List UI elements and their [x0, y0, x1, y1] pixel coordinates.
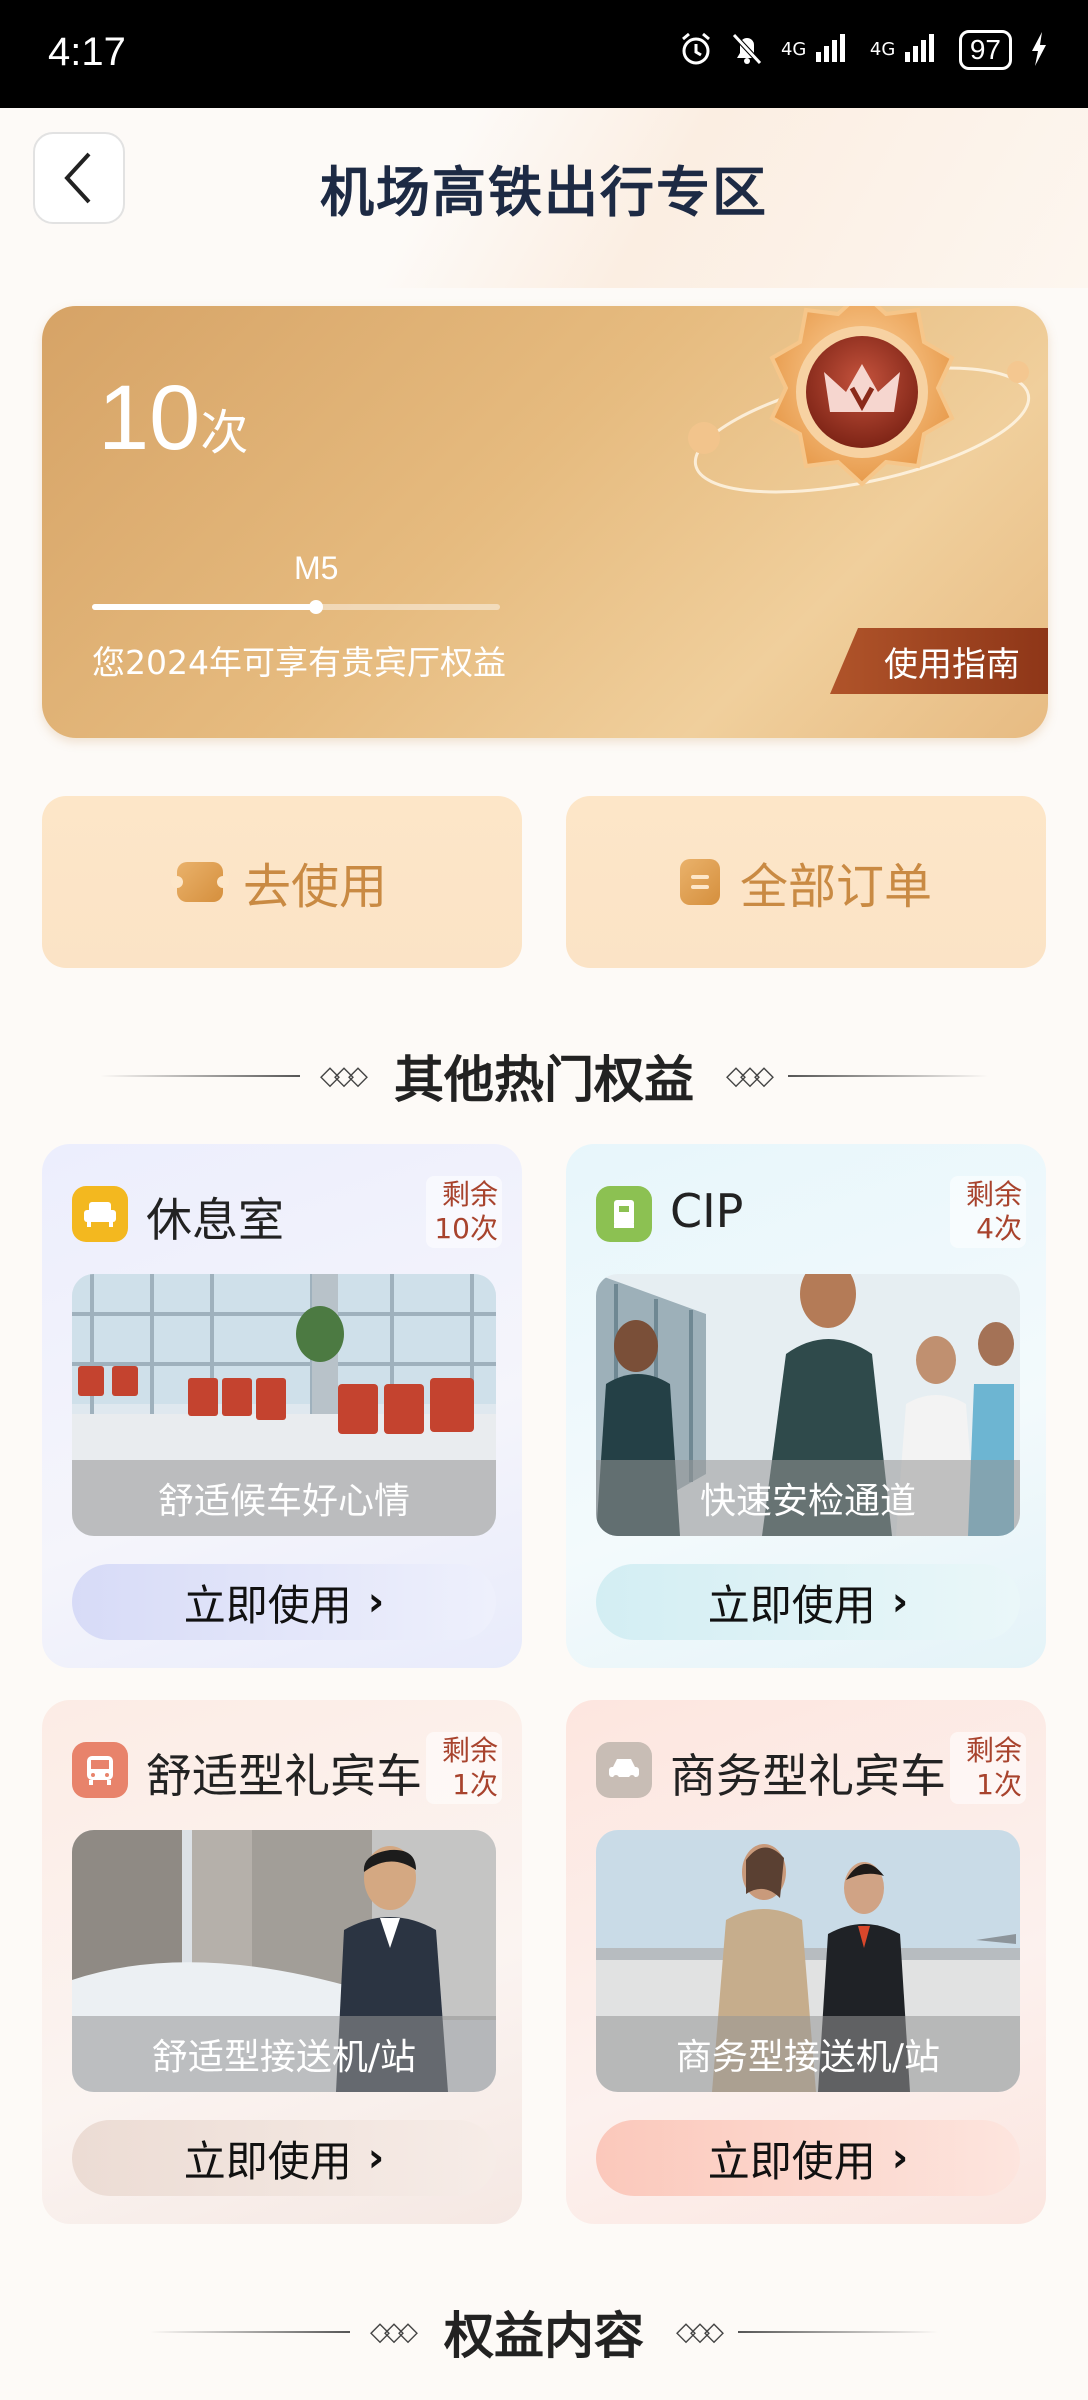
- benefit-card-business-car[interactable]: 商务型礼宾车 剩余 1次 商务型接送机/站 立即使用 ›: [566, 1700, 1046, 2224]
- benefit-caption: 舒适候车好心情: [72, 1460, 496, 1536]
- remaining-badge: 剩余 1次: [950, 1732, 1026, 1804]
- remaining-label: 剩余: [441, 1178, 498, 1211]
- usage-guide-button[interactable]: 使用指南: [830, 628, 1048, 694]
- remaining-count: 1次: [452, 1768, 498, 1801]
- status-bar: 4:17 4G 4G 97: [0, 0, 1088, 108]
- ticket-icon: [170, 862, 229, 902]
- section-title: 其他热门权益: [394, 1051, 694, 1109]
- chevron-right-icon: ›: [367, 1579, 385, 1625]
- bus-icon: [72, 1742, 128, 1798]
- charging-icon: [1030, 32, 1048, 68]
- signal-icon: 4G: [781, 32, 852, 68]
- benefit-name: 商务型礼宾车: [670, 1749, 946, 1803]
- divider-line: [788, 1075, 988, 1077]
- divider-line: [100, 1075, 300, 1077]
- divider-line: [738, 2331, 938, 2333]
- use-now-button[interactable]: 立即使用 ›: [72, 2120, 496, 2196]
- diamond-ornament-icon: ◇◇◇: [726, 1061, 774, 1091]
- alarm-icon: [679, 32, 713, 68]
- business-reception-photo: 商务型接送机/站: [596, 1830, 1020, 2092]
- chauffeur-photo: 舒适型接送机/站: [72, 1830, 496, 2092]
- remaining-badge: 剩余 10次: [426, 1176, 502, 1248]
- use-now-button[interactable]: 立即使用 ›: [596, 2120, 1020, 2196]
- remaining-count: 10次: [98, 366, 248, 471]
- remaining-count: 4次: [976, 1212, 1022, 1245]
- use-now-label: 立即使用: [707, 1580, 876, 1630]
- section-title: 权益内容: [444, 2307, 644, 2365]
- benefit-caption: 快速安检通道: [596, 1460, 1020, 1536]
- security-channel-photo: 快速安检通道: [596, 1274, 1020, 1536]
- status-icons: 4G 4G 97: [679, 30, 1048, 70]
- crown-badge-icon: [688, 306, 1031, 494]
- remaining-badge: 剩余 4次: [950, 1176, 1026, 1248]
- level-progress-bar: [92, 600, 500, 614]
- benefit-name: 舒适型礼宾车: [146, 1749, 422, 1803]
- benefit-name: CIP: [670, 1184, 744, 1238]
- signal-2-label: 4G: [869, 39, 896, 60]
- benefit-caption: 商务型接送机/站: [596, 2016, 1020, 2092]
- progress-marker: [309, 600, 324, 614]
- sofa-icon: [72, 1186, 128, 1242]
- benefit-card-comfort-car[interactable]: 舒适型礼宾车 剩余 1次 舒适型接送机/站 立即使用 ›: [42, 1700, 522, 2224]
- remaining-label: 剩余: [965, 1734, 1022, 1767]
- chevron-right-icon: ›: [367, 2135, 385, 2181]
- use-now-label: 立即使用: [183, 1580, 352, 1630]
- remaining-label: 剩余: [965, 1178, 1022, 1211]
- gate-icon: [596, 1186, 652, 1242]
- diamond-ornament-icon: ◇◇◇: [370, 2317, 418, 2347]
- section-heading-content: ◇◇◇ 权益内容 ◇◇◇: [0, 2296, 1088, 2368]
- page-title: 机场高铁出行专区: [320, 161, 768, 224]
- diamond-ornament-icon: ◇◇◇: [320, 1061, 368, 1091]
- count-number: 10: [98, 367, 201, 469]
- use-now-button[interactable]: 立即使用 ›: [72, 1564, 496, 1640]
- use-now-label: 立即使用: [183, 2136, 352, 2186]
- car-icon: [596, 1742, 652, 1798]
- mute-bell-icon: [731, 32, 763, 68]
- status-time: 4:17: [48, 30, 126, 74]
- signal-1-label: 4G: [780, 39, 807, 60]
- benefit-caption: 舒适型接送机/站: [72, 2016, 496, 2092]
- membership-card: 10次 M5 您2024年可享有贵宾厅权益 使用指南: [42, 306, 1048, 738]
- count-unit: 次: [200, 407, 249, 460]
- all-orders-button[interactable]: 全部订单: [566, 796, 1046, 968]
- go-use-button[interactable]: 去使用: [42, 796, 522, 968]
- order-list-icon: [679, 859, 720, 905]
- remaining-label: 剩余: [441, 1734, 498, 1767]
- chevron-right-icon: ›: [891, 2135, 909, 2181]
- all-orders-label: 全部订单: [739, 859, 932, 915]
- remaining-badge: 剩余 1次: [426, 1732, 502, 1804]
- go-use-label: 去使用: [242, 859, 387, 915]
- divider-line: [150, 2331, 350, 2333]
- section-heading-popular: ◇◇◇ 其他热门权益 ◇◇◇: [0, 1040, 1088, 1112]
- diamond-ornament-icon: ◇◇◇: [676, 2317, 724, 2347]
- progress-fill: [92, 604, 317, 610]
- lounge-photo: 舒适候车好心情: [72, 1274, 496, 1536]
- benefit-name: 休息室: [146, 1193, 284, 1247]
- benefit-card-cip[interactable]: CIP 剩余 4次 快速安检通道 立即使用 ›: [566, 1144, 1046, 1668]
- signal-icon-2: 4G: [870, 32, 941, 68]
- chevron-right-icon: ›: [891, 1579, 909, 1625]
- remaining-count: 1次: [976, 1768, 1022, 1801]
- battery-indicator: 97: [958, 30, 1012, 70]
- benefit-card-lounge[interactable]: 休息室 剩余 10次 舒适候车好心情 立即使用 ›: [42, 1144, 522, 1668]
- use-now-button[interactable]: 立即使用 ›: [596, 1564, 1020, 1640]
- card-description: 您2024年可享有贵宾厅权益: [92, 643, 506, 682]
- level-label: M5: [294, 550, 339, 586]
- remaining-count: 10次: [434, 1212, 498, 1245]
- use-now-label: 立即使用: [707, 2136, 876, 2186]
